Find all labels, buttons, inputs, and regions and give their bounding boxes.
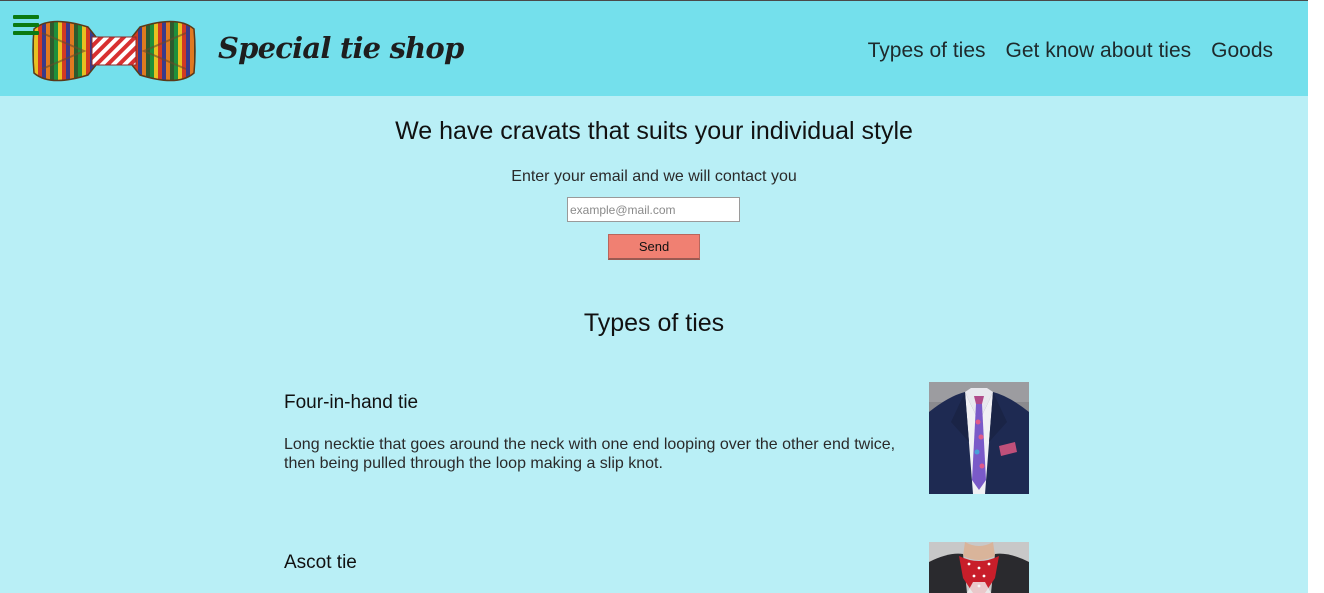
tie-description: Long necktie that goes around the neck w… <box>284 436 896 472</box>
hamburger-menu-icon[interactable] <box>13 15 39 37</box>
main-nav: Types of ties Get know about ties Goods <box>868 39 1273 63</box>
nav-link-get-know-about-ties[interactable]: Get know about ties <box>1006 39 1192 63</box>
ascot-tie-photo <box>929 542 1029 593</box>
bow-tie-logo[interactable] <box>30 15 198 87</box>
tie-name: Four-in-hand tie <box>284 392 419 413</box>
nav-link-types-of-ties[interactable]: Types of ties <box>868 39 986 63</box>
email-input[interactable] <box>567 197 740 222</box>
top-border <box>0 0 1308 1</box>
brand-name[interactable]: Special tie shop <box>218 31 464 65</box>
site-header: Special tie shop Types of ties Get know … <box>0 1 1308 96</box>
scrollbar-track[interactable] <box>1308 0 1324 593</box>
page: Special tie shop Types of ties Get know … <box>0 0 1308 593</box>
hero-subtitle: Enter your email and we will contact you <box>511 168 797 185</box>
nav-link-goods[interactable]: Goods <box>1211 39 1273 63</box>
send-button[interactable]: Send <box>608 234 700 260</box>
hero-title: We have cravats that suits your individu… <box>395 117 913 145</box>
types-section-title: Types of ties <box>583 309 725 337</box>
tie-name: Ascot tie <box>284 552 357 573</box>
four-in-hand-tie-photo <box>929 382 1029 494</box>
